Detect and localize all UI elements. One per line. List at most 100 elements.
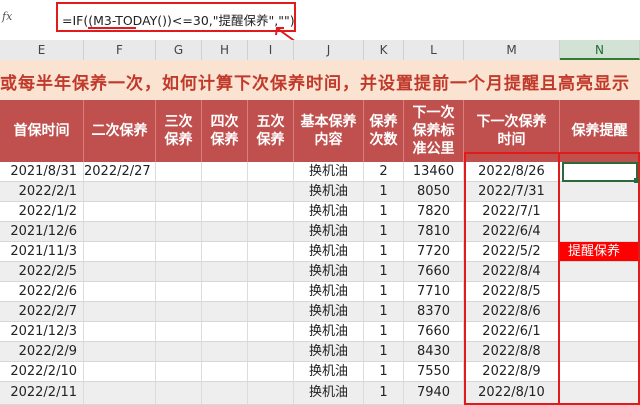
cell-content[interactable]: 换机油 [294,162,364,181]
header-third[interactable]: 三次 保养 [156,100,202,162]
header-content[interactable]: 基本保养 内容 [294,100,364,162]
cell-count[interactable]: 1 [364,242,404,261]
cell-reminder[interactable] [560,182,640,201]
cell-second[interactable] [84,182,156,201]
cell-count[interactable]: 1 [364,342,404,361]
cell-count[interactable]: 1 [364,262,404,281]
cell-first-date[interactable]: 2022/2/7 [0,302,84,321]
cell-count[interactable]: 1 [364,222,404,241]
cell-reminder[interactable] [560,362,640,381]
cell-next[interactable]: 2022/7/1 [464,202,560,221]
cell-next[interactable]: 2022/5/2 [464,242,560,261]
cell-second[interactable] [84,322,156,341]
cell-empty[interactable] [156,262,202,281]
header-next-time[interactable]: 下一次保养 时间 [464,100,560,162]
column-header-k[interactable]: K [364,40,404,60]
cell-empty[interactable] [248,262,294,281]
column-header-i[interactable]: I [248,40,294,60]
column-header-g[interactable]: G [156,40,202,60]
cell-km[interactable]: 7810 [404,222,464,241]
cell-empty[interactable] [248,362,294,381]
cell-empty[interactable] [156,282,202,301]
cell-content[interactable]: 换机油 [294,382,364,404]
cell-reminder[interactable] [560,382,640,404]
cell-content[interactable]: 换机油 [294,242,364,261]
cell-km[interactable]: 8370 [404,302,464,321]
cell-empty[interactable] [248,302,294,321]
cell-empty[interactable] [156,342,202,361]
cell-count[interactable]: 2 [364,162,404,181]
cell-second[interactable] [84,262,156,281]
cell-second[interactable] [84,342,156,361]
cell-empty[interactable] [202,342,248,361]
cell-count[interactable]: 1 [364,202,404,221]
cell-count[interactable]: 1 [364,382,404,404]
cell-empty[interactable] [248,222,294,241]
cell-empty[interactable] [156,302,202,321]
header-fifth[interactable]: 五次 保养 [248,100,294,162]
cell-empty[interactable] [156,382,202,404]
cell-content[interactable]: 换机油 [294,182,364,201]
cell-count[interactable]: 1 [364,182,404,201]
cell-next[interactable]: 2022/8/8 [464,342,560,361]
cell-empty[interactable] [202,282,248,301]
cell-content[interactable]: 换机油 [294,322,364,341]
cell-empty[interactable] [248,282,294,301]
cell-second[interactable] [84,382,156,404]
cell-empty[interactable] [248,182,294,201]
cell-empty[interactable] [156,322,202,341]
cell-reminder[interactable] [560,222,640,241]
column-header-f[interactable]: F [84,40,156,60]
column-header-m[interactable]: M [464,40,560,60]
cell-empty[interactable] [156,242,202,261]
cell-empty[interactable] [202,242,248,261]
header-second[interactable]: 二次保养 [84,100,156,162]
cell-empty[interactable] [156,202,202,221]
cell-content[interactable]: 换机油 [294,342,364,361]
cell-first-date[interactable]: 2021/8/31 [0,162,84,181]
cell-second[interactable] [84,362,156,381]
header-count[interactable]: 保养 次数 [364,100,404,162]
cell-reminder[interactable] [560,302,640,321]
cell-next[interactable]: 2022/8/6 [464,302,560,321]
cell-reminder[interactable] [560,162,640,181]
cell-empty[interactable] [156,162,202,181]
cell-next[interactable]: 2022/6/1 [464,322,560,341]
cell-next[interactable]: 2022/8/5 [464,282,560,301]
cell-first-date[interactable]: 2021/12/6 [0,222,84,241]
cell-empty[interactable] [248,342,294,361]
header-reminder[interactable]: 保养提醒 [560,100,640,162]
cell-count[interactable]: 1 [364,322,404,341]
cell-empty[interactable] [248,382,294,404]
cell-km[interactable]: 7660 [404,322,464,341]
cell-next[interactable]: 2022/8/26 [464,162,560,181]
header-first-date[interactable]: 首保时间 [0,100,84,162]
cell-reminder[interactable] [560,202,640,221]
cell-second[interactable] [84,202,156,221]
cell-reminder[interactable] [560,322,640,341]
cell-empty[interactable] [202,302,248,321]
fx-icon[interactable]: fx [2,10,12,23]
cell-first-date[interactable]: 2022/2/9 [0,342,84,361]
header-km[interactable]: 下一次 保养标 准公里 [404,100,464,162]
cell-first-date[interactable]: 2021/11/3 [0,242,84,261]
cell-first-date[interactable]: 2022/2/10 [0,362,84,381]
cell-empty[interactable] [248,162,294,181]
cell-second[interactable] [84,242,156,261]
fill-handle[interactable] [634,178,639,183]
cell-second[interactable] [84,282,156,301]
cell-empty[interactable] [202,162,248,181]
cell-next[interactable]: 2022/8/10 [464,382,560,404]
cell-content[interactable]: 换机油 [294,282,364,301]
cell-next[interactable]: 2022/7/31 [464,182,560,201]
cell-first-date[interactable]: 2022/2/6 [0,282,84,301]
cell-content[interactable]: 换机油 [294,202,364,221]
cell-reminder[interactable] [560,262,640,281]
cell-second[interactable]: 2022/2/27 [84,162,156,181]
cell-empty[interactable] [248,202,294,221]
column-header-l[interactable]: L [404,40,464,60]
cell-second[interactable] [84,302,156,321]
column-header-h[interactable]: H [202,40,248,60]
cell-first-date[interactable]: 2022/2/11 [0,382,84,404]
cell-km[interactable]: 13460 [404,162,464,181]
